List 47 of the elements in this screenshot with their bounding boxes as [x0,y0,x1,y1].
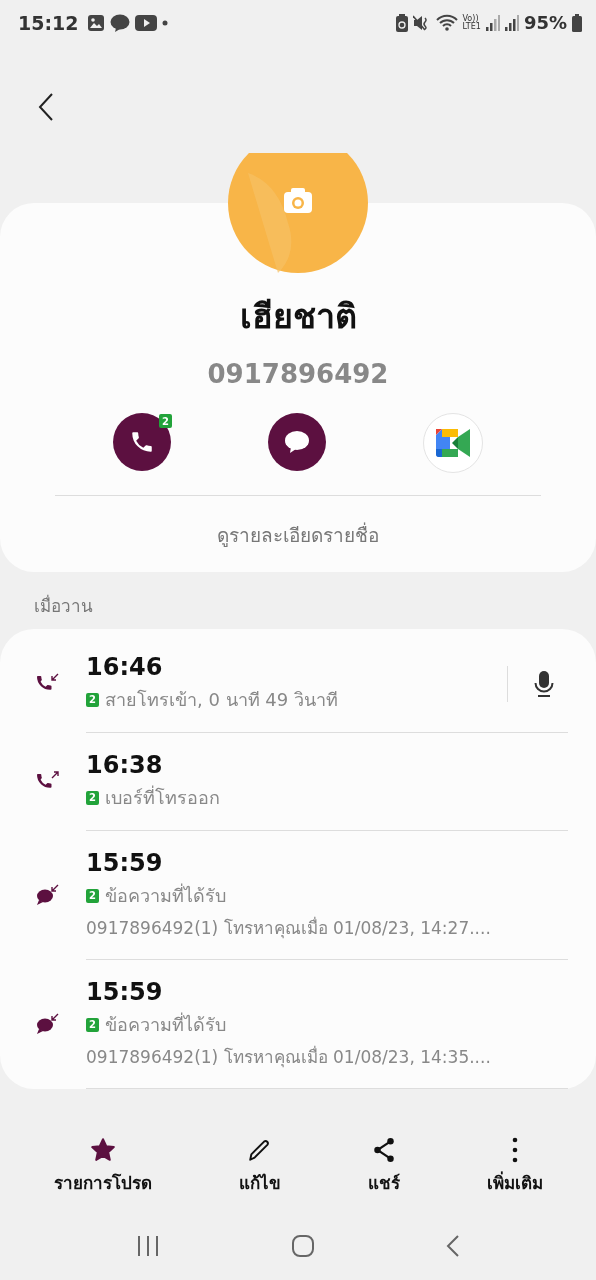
log-detail: ข้อความที่ได้รับ [105,1011,226,1037]
log-time: 15:59 [86,978,164,1006]
battery-icon [572,13,582,32]
signal-icon [504,14,519,31]
sim-badge: 2 [86,888,99,903]
more-action[interactable]: เพิ่มเติม [486,1136,543,1196]
call-button[interactable] [113,413,171,471]
chat-bubble-icon [110,13,131,32]
home-icon[interactable] [291,1234,315,1258]
log-detail: ข้อความที่ได้รับ [105,882,226,908]
battery-percent: 95% [523,12,567,33]
phone-icon [129,429,155,455]
volte-label: Vo)) [462,14,479,23]
sim-badge: 2 [86,692,99,707]
log-time: 15:59 [86,849,164,877]
recent-apps-icon[interactable] [135,1235,160,1257]
log-detail: เบอร์ที่โทรออก [105,784,220,810]
favorite-action[interactable]: รายการโปรด [53,1136,152,1196]
view-details-link[interactable]: ดูรายละเอียดรายชื่อ [217,520,379,550]
video-camera-icon [436,429,470,457]
share-action[interactable]: แชร์ [367,1136,400,1196]
microphone-icon[interactable] [534,670,554,697]
network-label: LTE1 [462,22,481,31]
sim-badge: 2 [86,1017,99,1032]
log-time: 16:46 [86,653,164,681]
log-time: 16:38 [86,751,164,779]
battery-saver-icon [395,13,408,32]
section-header: เมื่อวาน [33,593,94,618]
edit-action[interactable]: แก้ไข [238,1136,281,1196]
sim-badge: 2 [86,790,99,805]
log-detail: สายโทรเข้า, 0 นาที 49 วินาที [105,688,338,712]
message-preview: 0917896492(1) โทรหาคุณเมื่อ 01/08/23, 14:35.... [86,1044,492,1070]
gallery-icon [87,13,106,32]
signal-icon [485,14,500,31]
sim-badge: 2 [159,414,172,428]
status-time: 15:12 [18,11,79,34]
message-button[interactable] [268,413,326,471]
dot-icon [162,19,169,26]
wifi-icon [435,13,458,32]
video-play-icon [135,14,158,31]
back-nav-icon[interactable] [446,1234,461,1258]
received-message-icon [36,1013,60,1035]
received-message-icon [36,884,60,906]
phone-number: 0917896492 [207,359,389,389]
back-icon[interactable] [38,93,54,121]
contact-name: เฮียชาติ [239,295,357,338]
message-preview: 0917896492(1) โทรหาคุณเมื่อ 01/08/23, 14:27.... [86,915,492,941]
